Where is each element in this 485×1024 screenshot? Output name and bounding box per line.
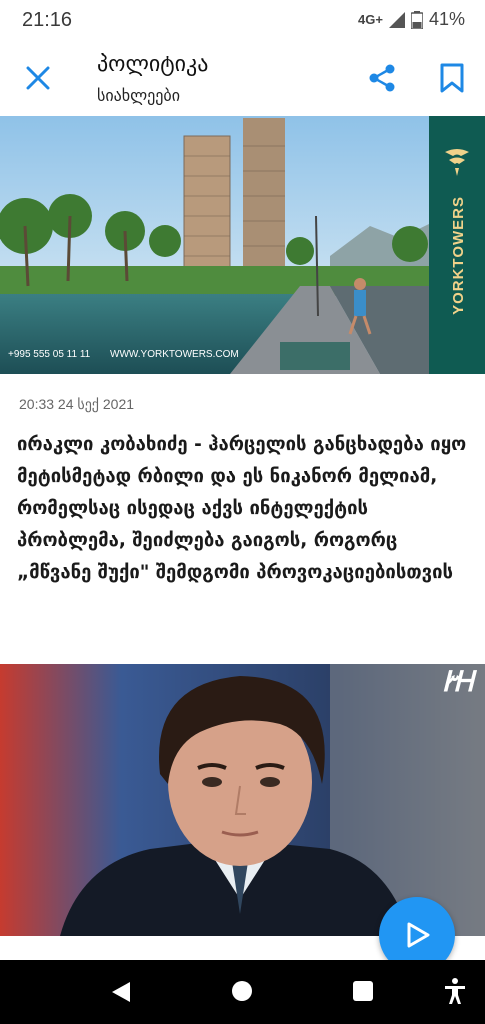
- channel-logo: ᎨᎻ: [442, 666, 473, 697]
- battery-percent: 41%: [428, 9, 465, 29]
- status-bar: 21:16 4G+ 41%: [0, 0, 485, 42]
- signal-icon: [388, 11, 405, 28]
- battery-icon: [410, 10, 423, 29]
- close-icon: [26, 66, 50, 90]
- recent-apps-icon[interactable]: [353, 981, 373, 1001]
- article-title: ირაკლი კობახიძე - ჰარცელის განცხადება იყ…: [17, 434, 467, 583]
- article-photo: ᎨᎻ: [0, 664, 485, 936]
- article-date: 20:33 24 სექ 2021: [19, 396, 135, 412]
- ad-banner[interactable]: YORKTOWERS +995 555 05 11 11 WWW.YORKTOW…: [0, 116, 485, 374]
- ad-phone: +995 555 05 11 11: [8, 349, 91, 360]
- ad-url: WWW.YORKTOWERS.COM: [110, 349, 239, 360]
- ad-brand-name: YORKTOWERS: [450, 196, 467, 315]
- article-header: 20:33 24 სექ 2021 ირაკლი კობახიძე - ჰარც…: [0, 374, 485, 664]
- bookmark-button[interactable]: [432, 58, 472, 98]
- system-nav-bar: [0, 960, 485, 1024]
- close-button[interactable]: [18, 58, 58, 98]
- app-bar: პოლიტიკა სიახლეები: [0, 42, 485, 116]
- share-icon: [369, 64, 395, 92]
- play-icon: [407, 922, 430, 948]
- yorktowers-logo-icon: [445, 149, 469, 176]
- accessibility-icon[interactable]: [443, 977, 467, 1005]
- bookmark-icon: [440, 63, 464, 93]
- ad-illustration: [0, 116, 429, 374]
- page-subtitle: სიახლეები: [97, 86, 180, 105]
- status-time: 21:16: [22, 9, 73, 31]
- portrait-illustration: [0, 664, 485, 936]
- share-button[interactable]: [362, 58, 402, 98]
- page-title: პოლიტიკა: [97, 52, 209, 77]
- ad-brand-panel: YORKTOWERS: [429, 116, 485, 374]
- home-icon[interactable]: [232, 981, 252, 1001]
- status-indicators: 4G+ 41%: [358, 9, 465, 30]
- network-indicator: 4G+: [358, 12, 383, 27]
- back-icon[interactable]: [110, 980, 132, 1004]
